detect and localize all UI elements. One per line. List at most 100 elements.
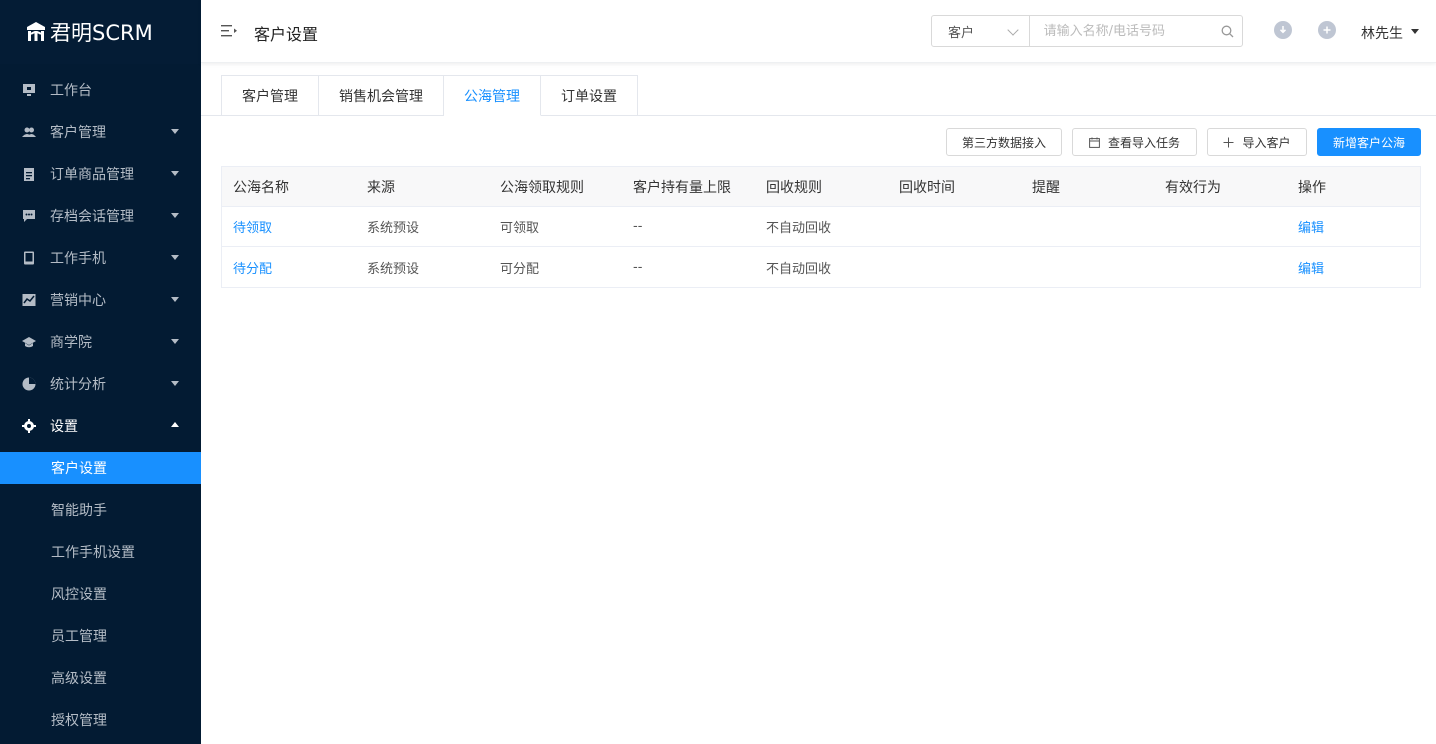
caret-down-icon[interactable]	[1411, 29, 1419, 34]
chevron-down-icon	[171, 171, 179, 176]
sidebar-item-label: 设置	[50, 419, 78, 435]
button-label: 第三方数据接入	[961, 135, 1046, 150]
sidebar-item-academy[interactable]: 商学院	[0, 321, 201, 363]
import-customer-button[interactable]: 导入客户	[1207, 128, 1307, 156]
column-header: 公海名称	[233, 179, 289, 196]
sidebar-item-archive[interactable]: 存档会话管理	[0, 195, 201, 237]
sidebar-item-label: 统计分析	[50, 377, 106, 393]
sidebar-item-work-phone[interactable]: 工作手机	[0, 237, 201, 279]
chat-icon	[22, 209, 36, 223]
top-header: 客户设置 客户 林先生	[201, 0, 1436, 63]
column-header: 提醒	[1032, 179, 1060, 196]
chevron-down-icon	[171, 381, 179, 386]
column-header: 操作	[1298, 179, 1326, 196]
column-header: 来源	[367, 179, 395, 196]
logo-icon	[27, 22, 45, 41]
sidebar-item-label: 存档会话管理	[50, 209, 134, 225]
search-input[interactable]	[1029, 16, 1214, 46]
table-header: 公海名称 来源 公海领取规则 客户持有量上限 回收规则 回收时间 提醒 有效行为…	[222, 167, 1420, 207]
chevron-down-icon	[1006, 24, 1019, 36]
sidebar-item-settings[interactable]: 设置	[0, 405, 201, 447]
sidebar-item-orders[interactable]: 订单商品管理	[0, 153, 201, 195]
column-header: 有效行为	[1165, 179, 1221, 196]
table-row: 待领取 系统预设 可领取 -- 不自动回收 编辑	[222, 207, 1420, 247]
brand-name: 君明SCRM	[50, 21, 153, 45]
sidebar-subitem-customer-settings[interactable]: 客户设置	[0, 452, 201, 484]
chevron-down-icon	[171, 129, 179, 134]
sidebar-item-label: 客户管理	[50, 125, 106, 141]
edit-link[interactable]: 编辑	[1287, 258, 1410, 277]
pie-icon	[22, 377, 36, 391]
search-type-value: 客户	[948, 25, 975, 41]
gear-icon	[22, 419, 36, 433]
sidebar-menu: 工作台 客户管理 订单商品管理 存档会话管理 工作手机 营销中心 商学院 统计分…	[0, 69, 201, 741]
monitor-icon	[22, 83, 36, 97]
search-box: 客户	[931, 15, 1243, 47]
table-cell: 可领取	[500, 221, 540, 236]
chevron-up-icon	[171, 422, 179, 427]
tab-customer-management[interactable]: 客户管理	[221, 75, 319, 116]
public-pool-table: 公海名称 来源 公海领取规则 客户持有量上限 回收规则 回收时间 提醒 有效行为…	[221, 166, 1421, 288]
page-title: 客户设置	[254, 25, 319, 44]
button-label: 新增客户公海	[1332, 135, 1405, 150]
sidebar-item-label: 工作台	[50, 83, 92, 99]
pool-name-link[interactable]: 待领取	[222, 217, 356, 236]
download-icon[interactable]	[1274, 21, 1292, 39]
search-button[interactable]	[1214, 16, 1242, 46]
sidebar-subitem-smart-assistant[interactable]: 智能助手	[0, 489, 201, 531]
table-cell: --	[633, 259, 643, 275]
chevron-down-icon	[171, 255, 179, 260]
sidebar-item-marketing[interactable]: 营销中心	[0, 279, 201, 321]
add-circle-icon[interactable]	[1318, 21, 1336, 39]
column-header: 客户持有量上限	[633, 179, 731, 196]
add-public-pool-button[interactable]: 新增客户公海	[1317, 128, 1421, 156]
button-label: 导入客户	[1242, 135, 1291, 150]
view-import-tasks-button[interactable]: 查看导入任务	[1072, 128, 1197, 156]
graduation-icon	[22, 335, 36, 349]
table-cell: 不自动回收	[766, 221, 832, 236]
third-party-data-button[interactable]: 第三方数据接入	[946, 128, 1062, 156]
column-header: 回收规则	[766, 179, 822, 196]
table-cell: 系统预设	[367, 261, 420, 277]
sidebar-item-label: 订单商品管理	[50, 167, 134, 183]
sidebar-subitem-advanced-settings[interactable]: 高级设置	[0, 657, 201, 699]
table-cell: 不自动回收	[766, 261, 832, 277]
sidebar: 君明SCRM 工作台 客户管理 订单商品管理 存档会话管理 工作手机 营销中心 …	[0, 0, 201, 744]
calendar-icon	[1089, 137, 1100, 148]
tab-public-pool[interactable]: 公海管理	[444, 75, 541, 116]
table-cell: 系统预设	[367, 221, 420, 236]
menu-fold-icon[interactable]	[221, 24, 237, 38]
phone-icon	[22, 251, 36, 265]
chevron-down-icon	[171, 297, 179, 302]
button-label: 查看导入任务	[1107, 135, 1180, 150]
chevron-down-icon	[171, 339, 179, 344]
table-cell: 可分配	[500, 261, 540, 277]
sidebar-item-workbench[interactable]: 工作台	[0, 69, 201, 111]
sidebar-subitem-authorization[interactable]: 授权管理	[0, 699, 201, 741]
sidebar-subitem-risk-control[interactable]: 风控设置	[0, 573, 201, 615]
column-header: 回收时间	[899, 179, 955, 196]
pool-name-link[interactable]: 待分配	[222, 258, 356, 277]
sidebar-subitem-work-phone-settings[interactable]: 工作手机设置	[0, 531, 201, 573]
plus-icon	[1223, 137, 1234, 148]
sidebar-item-statistics[interactable]: 统计分析	[0, 363, 201, 405]
table-cell: --	[633, 219, 643, 234]
sidebar-subitem-staff-management[interactable]: 员工管理	[0, 615, 201, 657]
sidebar-item-label: 营销中心	[50, 293, 106, 309]
column-header: 公海领取规则	[500, 179, 584, 196]
table-row: 待分配 系统预设 可分配 -- 不自动回收 编辑	[222, 247, 1420, 287]
settings-tabs: 客户管理 销售机会管理 公海管理 订单设置	[221, 75, 638, 116]
chart-icon	[22, 293, 36, 307]
edit-link[interactable]: 编辑	[1287, 217, 1410, 236]
tab-sales-opportunity[interactable]: 销售机会管理	[319, 75, 444, 116]
user-menu[interactable]: 林先生	[1361, 23, 1403, 43]
chevron-down-icon	[171, 213, 179, 218]
sidebar-item-customers[interactable]: 客户管理	[0, 111, 201, 153]
tab-order-settings[interactable]: 订单设置	[541, 75, 638, 116]
logo[interactable]: 君明SCRM	[0, 0, 201, 64]
clipboard-icon	[22, 167, 36, 181]
sidebar-item-label: 工作手机	[50, 251, 106, 267]
users-icon	[22, 125, 36, 139]
search-icon	[1221, 25, 1234, 37]
search-type-select[interactable]: 客户	[932, 16, 1030, 46]
